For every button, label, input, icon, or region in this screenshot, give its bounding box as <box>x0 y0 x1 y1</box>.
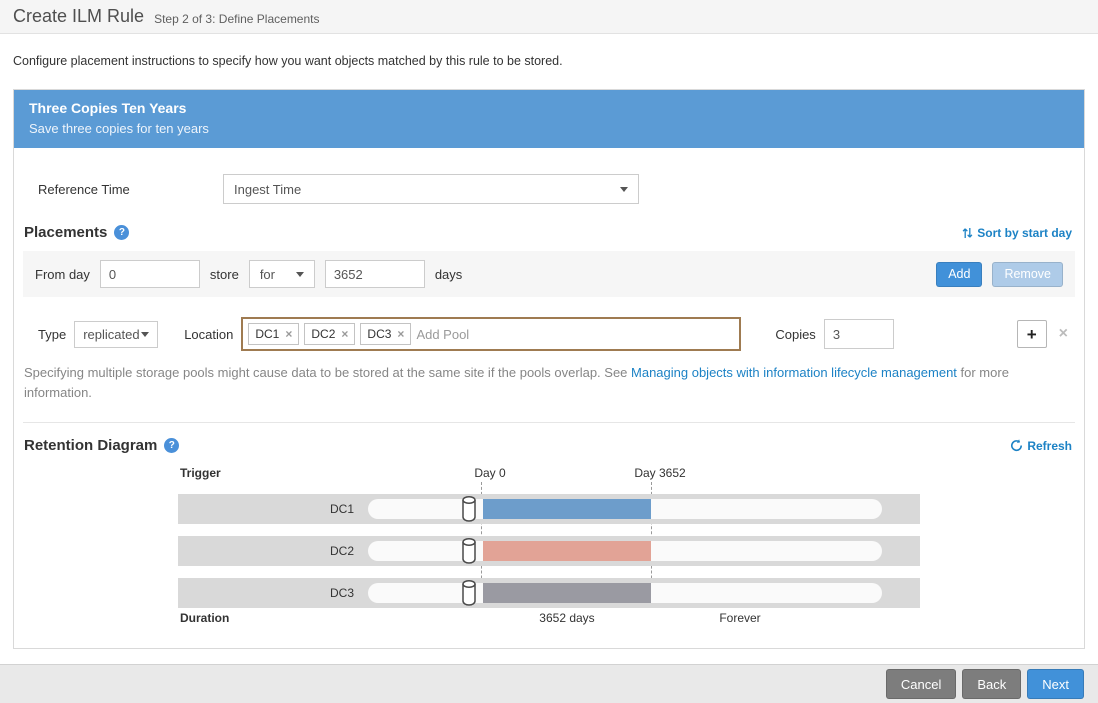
day-end-label: Day 3652 <box>634 466 685 480</box>
managing-objects-link[interactable]: Managing objects with information lifecy… <box>631 365 957 380</box>
intro-text: Configure placement instructions to spec… <box>0 34 1098 89</box>
rule-banner: Three Copies Ten Years Save three copies… <box>14 90 1084 148</box>
trigger-label: Trigger <box>180 466 221 480</box>
remove-tag-icon[interactable]: × <box>397 328 404 340</box>
placement-detail-row: Type replicated Location DC1 × DC2 × DC3… <box>14 297 1084 351</box>
rule-name: Three Copies Ten Years <box>29 100 1069 116</box>
chevron-down-icon <box>296 272 304 277</box>
pools-overlap-note: Specifying multiple storage pools might … <box>14 351 1084 422</box>
remove-placement-button[interactable]: Remove <box>992 262 1063 287</box>
placements-heading: Placements <box>24 224 107 241</box>
page-title: Create ILM Rule <box>13 6 144 27</box>
remove-tag-icon[interactable]: × <box>285 328 292 340</box>
rule-description: Save three copies for ten years <box>29 121 1069 136</box>
sort-link-label: Sort by start day <box>977 226 1072 240</box>
duration-value: 3652 days <box>539 611 594 625</box>
storage-node-icon <box>461 495 477 522</box>
retention-heading-group: Retention Diagram ? <box>24 437 179 454</box>
retention-help-icon[interactable]: ? <box>164 438 179 453</box>
diagram-row-label: DC3 <box>178 578 360 608</box>
diagram-row-label: DC2 <box>178 536 360 566</box>
page-header: Create ILM Rule Step 2 of 3: Define Plac… <box>0 0 1098 34</box>
placements-help-icon[interactable]: ? <box>114 225 129 240</box>
placements-heading-group: Placements ? <box>24 224 129 241</box>
pool-tag-label: DC2 <box>311 327 335 341</box>
sort-by-start-day-link[interactable]: Sort by start day <box>962 226 1072 240</box>
store-mode-select[interactable]: for <box>249 260 315 288</box>
store-label: store <box>210 267 239 282</box>
retention-diagram-header-row: Retention Diagram ? Refresh <box>14 423 1084 464</box>
diagram-row-dc3: DC3 <box>178 578 920 608</box>
retention-diagram: Trigger Day 0 Day 3652 DC1 DC2 <box>24 464 1074 630</box>
page: Create ILM Rule Step 2 of 3: Define Plac… <box>0 0 1098 649</box>
pool-tag-label: DC1 <box>255 327 279 341</box>
remove-tag-icon[interactable]: × <box>341 328 348 340</box>
note-text-before: Specifying multiple storage pools might … <box>24 365 631 380</box>
location-pool-input[interactable]: DC1 × DC2 × DC3 × <box>241 317 741 351</box>
days-label: days <box>435 267 462 282</box>
cancel-button[interactable]: Cancel <box>886 669 956 699</box>
pool-tag: DC2 × <box>304 323 355 345</box>
reference-time-label: Reference Time <box>38 182 223 197</box>
type-label: Type <box>38 327 66 342</box>
back-button[interactable]: Back <box>962 669 1021 699</box>
diagram-bar <box>483 583 651 603</box>
pool-tag: DC1 × <box>248 323 299 345</box>
chevron-down-icon <box>620 187 628 192</box>
location-label: Location <box>184 327 233 342</box>
storage-node-icon <box>461 579 477 606</box>
store-mode-value: for <box>260 267 275 282</box>
refresh-icon <box>1010 439 1023 452</box>
reference-time-value: Ingest Time <box>234 182 301 197</box>
page-subtitle: Step 2 of 3: Define Placements <box>154 12 319 26</box>
remove-rule-line-button[interactable]: × <box>1055 325 1072 343</box>
pool-tag-label: DC3 <box>367 327 391 341</box>
diagram-bar <box>483 499 651 519</box>
retention-diagram-heading: Retention Diagram <box>24 437 157 454</box>
from-day-label: From day <box>35 267 90 282</box>
add-pool-input[interactable] <box>416 327 734 342</box>
storage-node-icon <box>461 537 477 564</box>
copies-input[interactable] <box>824 319 894 349</box>
sort-icon <box>962 227 973 239</box>
chevron-down-icon <box>141 332 149 337</box>
duration-label: Duration <box>180 611 229 625</box>
add-placement-button[interactable]: Add <box>936 262 982 287</box>
diagram-bar <box>483 541 651 561</box>
reference-time-select[interactable]: Ingest Time <box>223 174 639 204</box>
type-value: replicated <box>83 327 139 342</box>
forever-label: Forever <box>719 611 760 625</box>
refresh-link-label: Refresh <box>1027 439 1072 453</box>
diagram-row-label: DC1 <box>178 494 360 524</box>
refresh-link[interactable]: Refresh <box>1010 439 1072 453</box>
copies-label: Copies <box>775 327 815 342</box>
duration-days-input[interactable] <box>325 260 425 288</box>
add-rule-line-button[interactable]: + <box>1017 320 1047 348</box>
next-button[interactable]: Next <box>1027 669 1084 699</box>
diagram-row-dc2: DC2 <box>178 536 920 566</box>
day-start-label: Day 0 <box>474 466 505 480</box>
placement-period-row: From day store for days Add Remove <box>23 251 1075 297</box>
wizard-footer: Cancel Back Next <box>0 664 1098 703</box>
placements-header-row: Placements ? Sort by start day <box>14 220 1084 251</box>
reference-time-row: Reference Time Ingest Time <box>14 148 1084 220</box>
from-day-input[interactable] <box>100 260 200 288</box>
type-select[interactable]: replicated <box>74 321 158 348</box>
diagram-row-dc1: DC1 <box>178 494 920 524</box>
rule-panel: Three Copies Ten Years Save three copies… <box>13 89 1085 649</box>
pool-tag: DC3 × <box>360 323 411 345</box>
